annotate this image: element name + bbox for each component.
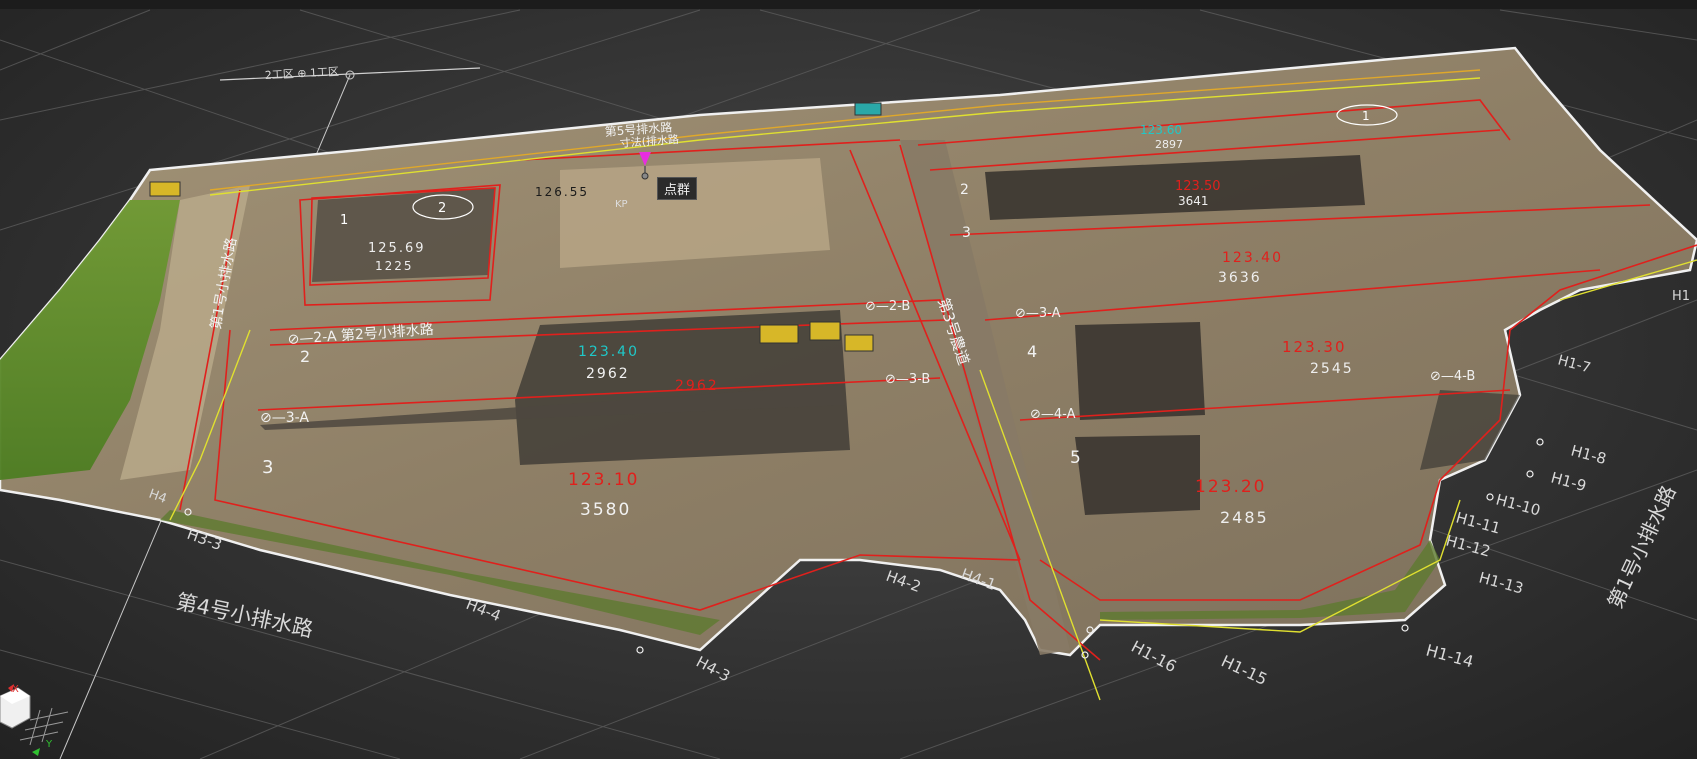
cad-area-label: 1225: [375, 259, 414, 273]
cad-elevation-label: 125.69: [368, 241, 426, 256]
cad-area-label: 2962: [675, 378, 719, 394]
station-label: H1-9: [1549, 468, 1588, 495]
station-label: H4-2: [884, 567, 924, 596]
cad-lot-number: 1: [1362, 109, 1370, 123]
drain-name-label: 第4号小排水路: [174, 589, 315, 641]
cad-elevation-label: 123.40: [578, 344, 639, 360]
cad-section-label: ⊘—4-A: [1030, 407, 1076, 422]
scene-canvas[interactable]: 2工区 ⊕ 1工区 第5号排水路 寸法(排水路 126.55 KP 1 2 12…: [0, 0, 1697, 759]
drain-name-label: 第1号小排水路: [1603, 482, 1681, 612]
cad-lot-number: 2: [438, 201, 446, 216]
axis-y-label: Y: [45, 739, 53, 750]
cad-area-label: 2962: [586, 366, 630, 382]
station-label: H1: [1672, 289, 1690, 304]
cad-section-label: ⊘—3-A: [1015, 306, 1061, 321]
station-label: H4-3: [693, 653, 733, 686]
cad-elevation-label: 123.60: [1140, 123, 1182, 137]
cad-area-label: 3580: [580, 500, 631, 520]
cad-area-label: 2485: [1220, 508, 1269, 527]
station-label: H1-10: [1494, 490, 1542, 519]
axis-y-arrow-icon: [32, 748, 40, 756]
station-label: H1-16: [1128, 637, 1180, 676]
cad-lot-number: 2: [300, 347, 310, 366]
cad-area-label: 2545: [1310, 361, 1354, 377]
cad-lot-number: 1: [340, 213, 348, 228]
cad-elevation-label: 123.10: [568, 470, 639, 490]
station-label: H1-8: [1569, 441, 1608, 468]
station-label: H1-15: [1218, 651, 1270, 689]
cad-elevation-label: 123.50: [1175, 179, 1221, 194]
cad-elevation-label: 123.30: [1282, 338, 1347, 356]
cad-section-label: ⊘—3-A: [260, 410, 309, 426]
cad-elevation-label: 126.55: [535, 185, 589, 199]
cad-elevation-label: 123.20: [1195, 477, 1266, 497]
station-label: H1-7: [1556, 352, 1592, 376]
cad-area-label: 2897: [1155, 138, 1183, 151]
cad-label: KP: [615, 199, 628, 210]
3d-viewport[interactable]: 2工区 ⊕ 1工区 第5号排水路 寸法(排水路 126.55 KP 1 2 12…: [0, 0, 1697, 759]
cad-area-label: 3636: [1218, 270, 1262, 286]
cad-lot-number: 4: [1027, 342, 1037, 361]
cad-area-label: 3641: [1178, 194, 1209, 208]
cad-section-label: ⊘—4-B: [1430, 369, 1475, 384]
cad-section-label: ⊘—3-B: [885, 372, 930, 387]
cad-lot-number: 3: [962, 225, 971, 241]
cad-lot-number: 3: [262, 457, 273, 478]
point-cloud-tooltip: 点群: [657, 177, 698, 200]
axis-gizmo[interactable]: X Y: [0, 684, 69, 756]
cad-lot-number: 5: [1070, 448, 1081, 468]
section-header-label: 2工区 ⊕ 1工区: [264, 65, 339, 82]
cad-elevation-label: 123.40: [1222, 250, 1283, 266]
station-label: H1-12: [1444, 531, 1492, 560]
cad-section-label: ⊘—2-B: [865, 299, 910, 314]
station-label: H1-13: [1477, 568, 1525, 597]
section-header-line: [219, 67, 481, 81]
point-marker-icon[interactable]: [637, 150, 653, 180]
station-label: H1-14: [1424, 641, 1476, 672]
cad-lot-number: 2: [960, 182, 969, 198]
station-label: H1-11: [1454, 508, 1502, 537]
